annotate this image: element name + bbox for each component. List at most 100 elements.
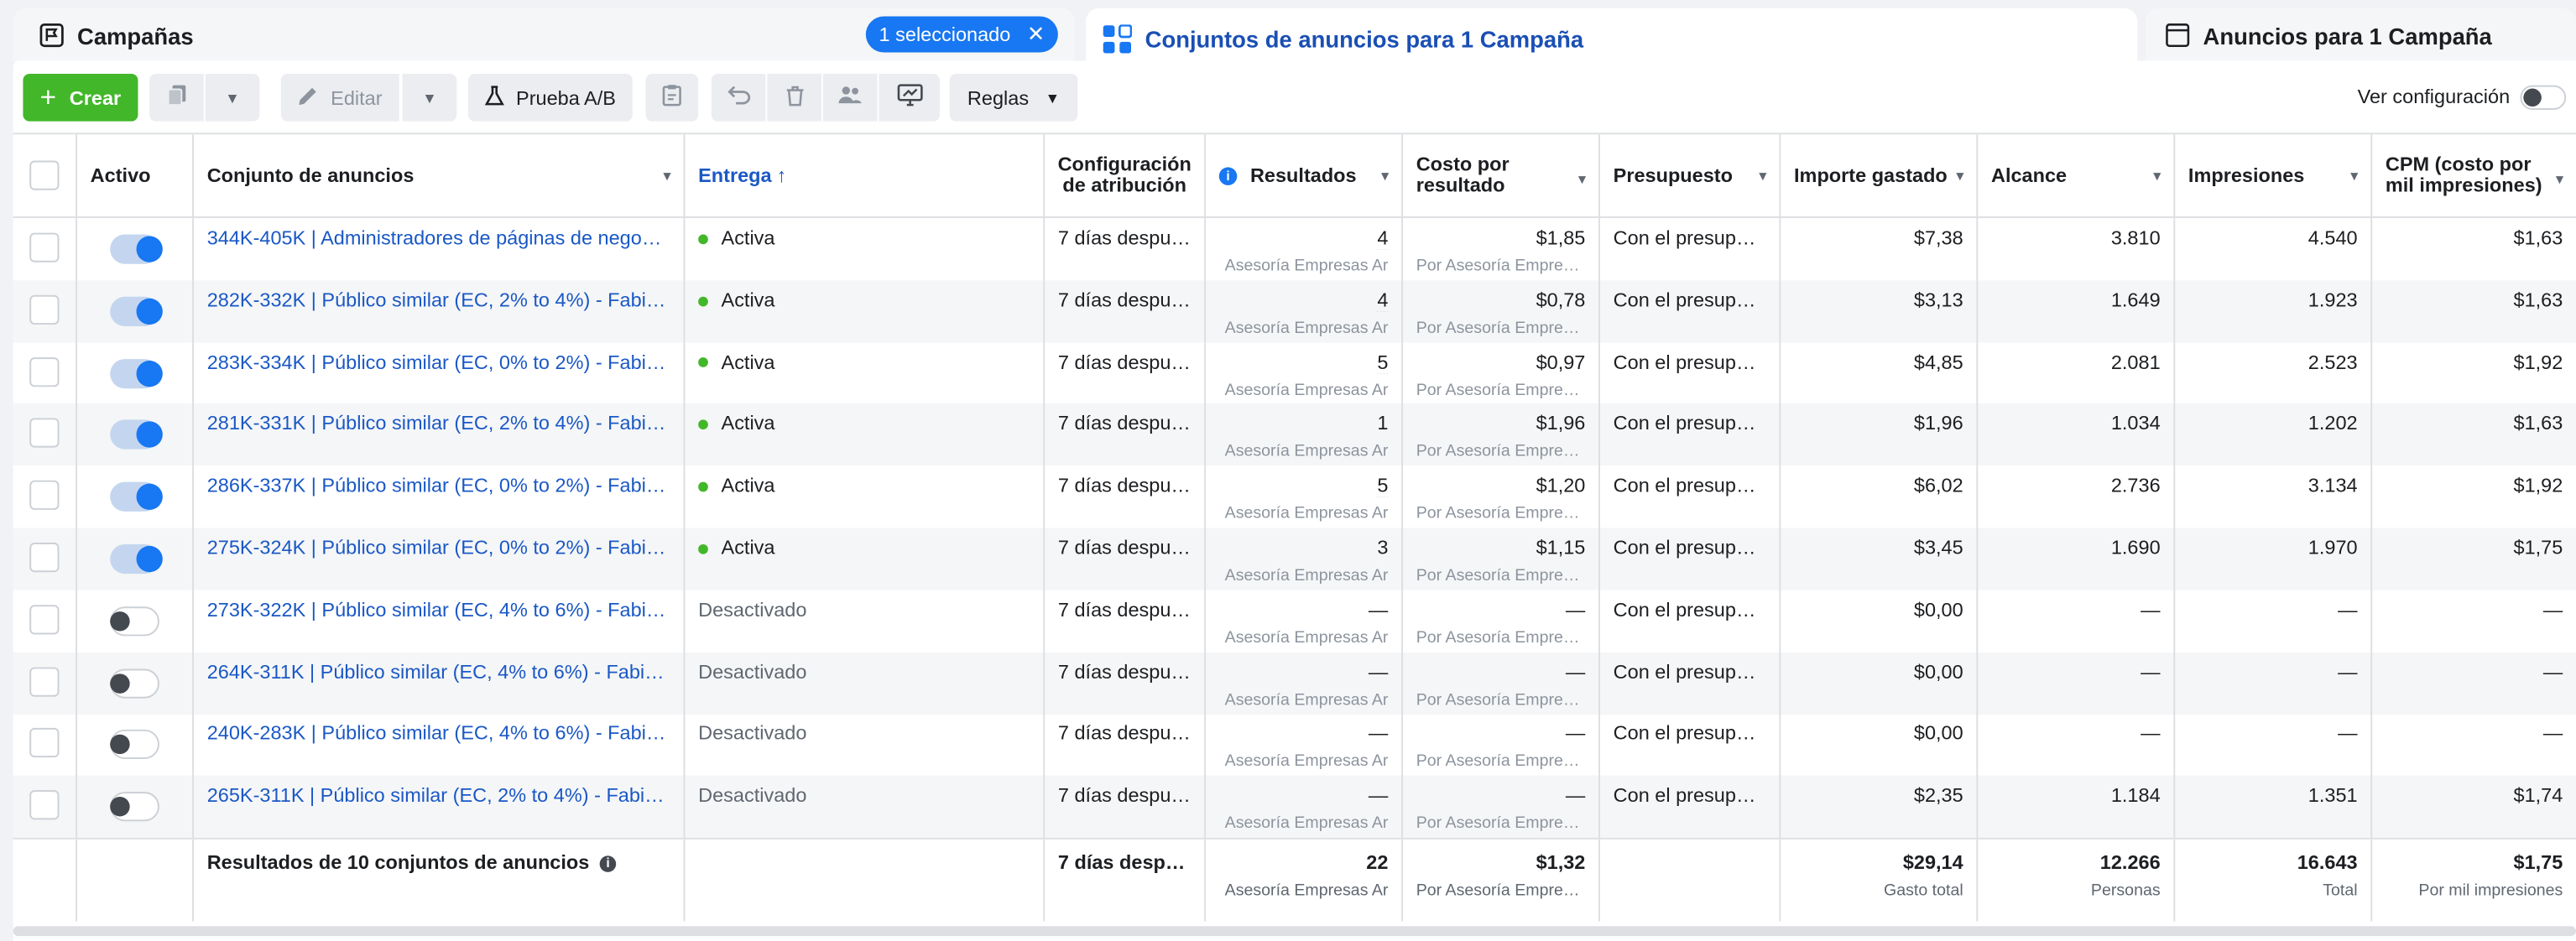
active-toggle[interactable] bbox=[110, 420, 163, 450]
table-row[interactable]: 273K-322K | Público similar (EC, 4% to 6… bbox=[13, 590, 2576, 652]
attribution-value: 7 días después de hacer clic bbox=[1057, 350, 1192, 373]
header-attribution[interactable]: Configuración de atribución bbox=[1045, 134, 1207, 217]
header-spent-label: Importe gastado bbox=[1794, 164, 1948, 187]
budget-value: Con el presupuesto bbox=[1613, 288, 1766, 311]
tab-ads[interactable]: Anuncios para 1 Campaña bbox=[2146, 8, 2576, 63]
adset-name-link[interactable]: 344K-405K | Administradores de páginas d… bbox=[207, 226, 670, 249]
adset-name-link[interactable]: 273K-322K | Público similar (EC, 4% to 6… bbox=[207, 598, 670, 621]
edit-dropdown[interactable]: ▼ bbox=[402, 73, 457, 122]
budget-value: Con el presupuesto bbox=[1613, 598, 1766, 621]
close-icon[interactable]: ✕ bbox=[1027, 21, 1045, 47]
cell-name: 283K-334K | Público similar (EC, 0% to 2… bbox=[194, 341, 686, 405]
table-row[interactable]: 286K-337K | Público similar (EC, 0% to 2… bbox=[13, 465, 2576, 528]
cell-name: 282K-332K | Público similar (EC, 2% to 4… bbox=[194, 279, 686, 343]
active-toggle[interactable] bbox=[110, 730, 159, 760]
duplicate-dropdown[interactable]: ▼ bbox=[205, 73, 260, 122]
table-row[interactable]: 282K-332K | Público similar (EC, 2% to 4… bbox=[13, 279, 2576, 343]
cell-impressions: 4.540 bbox=[2175, 217, 2373, 281]
header-adset-name[interactable]: Conjunto de anuncios ▼ bbox=[194, 134, 686, 217]
table-row[interactable]: 283K-334K | Público similar (EC, 0% to 2… bbox=[13, 341, 2576, 405]
clipboard-button[interactable] bbox=[645, 73, 699, 122]
cell-act bbox=[77, 341, 195, 405]
cost-sub: Por Asesoría Empresas bbox=[1416, 505, 1586, 523]
adset-name-link[interactable]: 286K-337K | Público similar (EC, 0% to 2… bbox=[207, 474, 670, 496]
info-icon[interactable]: i bbox=[599, 855, 617, 872]
adset-name-link[interactable]: 264K-311K | Público similar (EC, 4% to 6… bbox=[207, 660, 670, 683]
header-reach[interactable]: Alcance ▼ bbox=[1978, 134, 2176, 217]
adset-name-link[interactable]: 283K-334K | Público similar (EC, 0% to 2… bbox=[207, 351, 670, 373]
row-checkbox[interactable] bbox=[29, 666, 60, 696]
cell-impressions: — bbox=[2175, 590, 2373, 652]
select-all-checkbox[interactable] bbox=[29, 160, 60, 190]
row-checkbox[interactable] bbox=[29, 728, 60, 758]
cell-sel bbox=[13, 714, 78, 777]
active-toggle[interactable] bbox=[110, 234, 163, 264]
table-header: Activo Conjunto de anuncios ▼ Entrega ↑ … bbox=[13, 133, 2576, 218]
row-checkbox[interactable] bbox=[29, 543, 60, 573]
row-checkbox[interactable] bbox=[29, 294, 60, 325]
campaign-flag-icon bbox=[39, 23, 64, 48]
active-toggle[interactable] bbox=[110, 543, 163, 574]
edit-button[interactable]: Editar bbox=[280, 73, 399, 122]
delivery-status-label: Desactivado bbox=[698, 659, 807, 684]
cell-spent: $4,85 bbox=[1781, 341, 1979, 405]
ab-test-button[interactable]: Prueba A/B bbox=[468, 73, 633, 122]
results-number: — bbox=[1368, 721, 1389, 746]
cell-results: — Asesoría Empresas Ar bbox=[1206, 775, 1404, 839]
delete-button[interactable] bbox=[767, 73, 821, 122]
totals-results-cell: 22 Asesoría Empresas Ar bbox=[1206, 839, 1404, 922]
active-toggle[interactable] bbox=[110, 482, 163, 512]
adset-name-link[interactable]: 282K-332K | Público similar (EC, 2% to 4… bbox=[207, 289, 670, 311]
row-checkbox[interactable] bbox=[29, 790, 60, 820]
adset-name-link[interactable]: 265K-311K | Público similar (EC, 2% to 4… bbox=[207, 784, 670, 807]
create-button[interactable]: + Crear bbox=[23, 73, 138, 122]
share-report-button[interactable] bbox=[879, 73, 940, 122]
table-row[interactable]: 265K-311K | Público similar (EC, 2% to 4… bbox=[13, 775, 2576, 839]
row-checkbox[interactable] bbox=[29, 604, 60, 635]
active-toggle[interactable] bbox=[110, 606, 159, 637]
impressions-value: 1.351 bbox=[2307, 783, 2358, 808]
rules-button[interactable]: Reglas ▼ bbox=[949, 73, 1078, 122]
caret-down-icon: ▼ bbox=[1756, 169, 1770, 184]
table-row[interactable]: 264K-311K | Público similar (EC, 4% to 6… bbox=[13, 652, 2576, 715]
header-impressions[interactable]: Impresiones ▼ bbox=[2175, 134, 2373, 217]
attribution-value: 7 días después de hacer clic bbox=[1057, 474, 1192, 497]
header-amount-spent[interactable]: Importe gastado ▼ bbox=[1781, 134, 1979, 217]
adset-name-link[interactable]: 281K-331K | Público similar (EC, 2% to 4… bbox=[207, 412, 670, 434]
totals-cost-cell: $1,32 Por Asesoría Empresas bbox=[1403, 839, 1600, 922]
cpm-value: $1,92 bbox=[2513, 350, 2563, 373]
header-cpm[interactable]: CPM (costo por mil impresiones) ▼ bbox=[2372, 134, 2576, 216]
table-row[interactable]: 275K-324K | Público similar (EC, 0% to 2… bbox=[13, 528, 2576, 590]
undo-button[interactable] bbox=[711, 73, 766, 122]
row-checkbox[interactable] bbox=[29, 481, 60, 511]
results-value: — bbox=[1219, 784, 1388, 807]
adset-name-link[interactable]: 240K-283K | Público similar (EC, 4% to 6… bbox=[207, 722, 670, 745]
active-toggle[interactable] bbox=[110, 668, 159, 698]
header-results[interactable]: i Resultados ▼ bbox=[1206, 134, 1404, 217]
spent-value: $4,85 bbox=[1913, 350, 1963, 373]
adset-name-link[interactable]: 275K-324K | Público similar (EC, 0% to 2… bbox=[207, 536, 670, 559]
view-settings-toggle[interactable] bbox=[2520, 85, 2567, 110]
horizontal-scrollbar[interactable] bbox=[13, 926, 2576, 937]
table-row[interactable]: 281K-331K | Público similar (EC, 2% to 4… bbox=[13, 403, 2576, 466]
header-attribution-label: Configuración de atribución bbox=[1057, 152, 1192, 197]
header-cost-per-result[interactable]: Costo por resultado ▼ bbox=[1403, 134, 1600, 217]
tab-campaigns[interactable]: Campañas 1 seleccionado ✕ bbox=[13, 8, 1075, 63]
audience-button[interactable] bbox=[822, 73, 878, 122]
impressions-value: 1.923 bbox=[2307, 288, 2358, 311]
row-checkbox[interactable] bbox=[29, 419, 60, 449]
row-checkbox[interactable] bbox=[29, 356, 60, 387]
header-results-label: Resultados bbox=[1249, 164, 1357, 187]
header-delivery[interactable]: Entrega ↑ bbox=[685, 134, 1046, 217]
header-budget[interactable]: Presupuesto ▼ bbox=[1600, 134, 1781, 217]
active-toggle[interactable] bbox=[110, 358, 163, 388]
table-row[interactable]: 240K-283K | Público similar (EC, 4% to 6… bbox=[13, 714, 2576, 777]
row-checkbox[interactable] bbox=[29, 232, 60, 263]
active-toggle[interactable] bbox=[110, 296, 163, 326]
selection-badge[interactable]: 1 seleccionado ✕ bbox=[865, 16, 1058, 53]
active-toggle[interactable] bbox=[110, 792, 159, 822]
results-number: 4 bbox=[1377, 288, 1389, 311]
cell-sel bbox=[13, 775, 78, 839]
table-row[interactable]: 344K-405K | Administradores de páginas d… bbox=[13, 217, 2576, 281]
duplicate-button[interactable] bbox=[149, 73, 204, 122]
